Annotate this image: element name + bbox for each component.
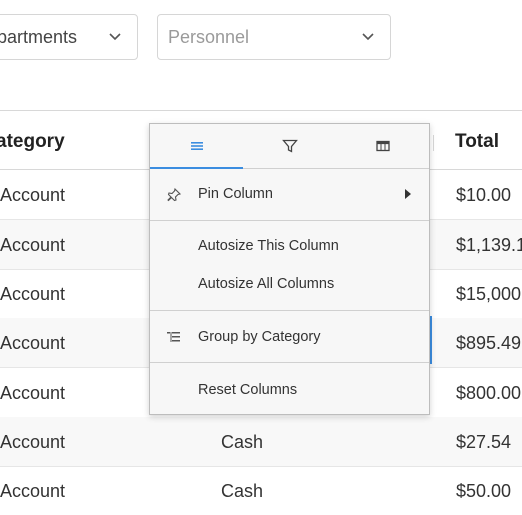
focused-cell-border [430,316,432,364]
cell-method: Cash [221,432,264,452]
cell-category: n Account [0,235,66,255]
menu-item-label: Reset Columns [198,382,298,398]
menu-lines-icon [190,142,203,150]
menu-item-label: Group by Category [198,329,321,345]
tab-general[interactable] [150,124,243,169]
column-menu: Pin Column Autosize This Column Autosize… [149,123,430,415]
filter-icon [281,139,298,153]
cell-category: n Account [0,432,66,452]
group-icon [167,332,180,342]
submenu-arrow-icon [405,189,411,199]
cell-total: $10.00 [456,185,512,205]
cell-total: $1,139.1 [456,235,522,255]
menu-item-autosize-this[interactable]: Autosize This Column [150,232,429,262]
departments-dropdown-value: epartments [0,27,78,47]
cell-category: n Account [0,383,66,403]
menu-divider [150,362,429,363]
column-menu-tabs [150,124,429,169]
cell-method: Cash [221,481,264,501]
chevron-down-icon [362,33,374,41]
columns-icon [375,140,390,152]
cell-category: n Account [0,481,66,501]
menu-item-autosize-all[interactable]: Autosize All Columns [150,270,429,300]
cell-total: $800.00 [456,383,522,403]
cell-category: n Account [0,284,66,304]
cell-category: n Account [0,333,66,353]
header-total[interactable]: Total [455,131,499,153]
table-row[interactable]: n Account Cash $50.00 [0,466,522,515]
pin-icon [167,187,182,202]
table-row[interactable]: n Account Cash $27.54 [0,417,522,467]
menu-item-label: Autosize This Column [198,238,339,254]
personnel-dropdown[interactable]: Personnel [157,14,391,60]
cell-total: $895.49 [456,333,522,353]
menu-item-reset-columns[interactable]: Reset Columns [150,376,429,406]
tab-filter[interactable] [243,124,336,168]
cell-total: $50.00 [456,481,512,501]
tab-columns[interactable] [336,124,429,168]
chevron-down-icon [109,33,121,41]
departments-dropdown[interactable]: epartments [0,14,138,60]
menu-item-label: Autosize All Columns [198,276,335,292]
header-category[interactable]: ategory [0,131,65,153]
menu-item-pin-column[interactable]: Pin Column [150,180,429,210]
cell-total: $15,000. [456,284,522,304]
menu-item-label: Pin Column [198,186,273,202]
column-resize-handle[interactable] [433,135,434,151]
menu-divider [150,220,429,221]
cell-category: n Account [0,185,66,205]
cell-total: $27.54 [456,432,512,452]
personnel-dropdown-placeholder: Personnel [168,27,250,47]
menu-divider [150,310,429,311]
menu-item-group-by[interactable]: Group by Category [150,323,429,353]
